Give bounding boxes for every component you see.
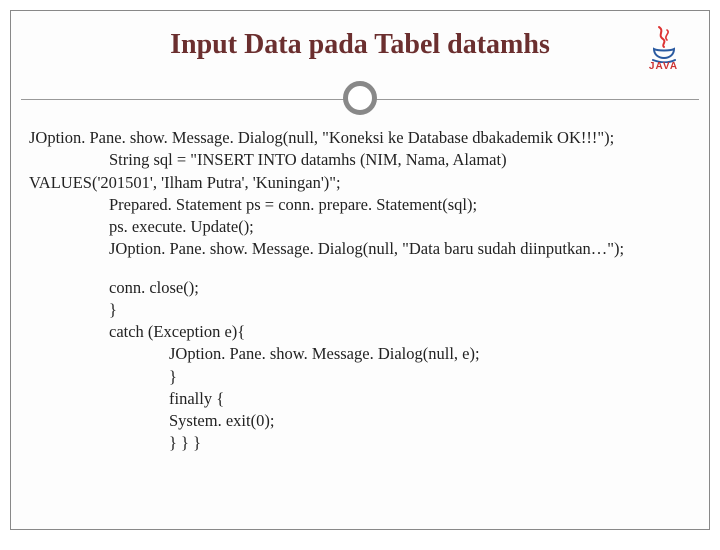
code-line: ps. execute. Update();	[29, 216, 691, 238]
code-line: JOption. Pane. show. Message. Dialog(nul…	[29, 343, 691, 365]
slide-title: Input Data pada Tabel datamhs	[170, 29, 550, 61]
code-line: catch (Exception e){	[29, 321, 691, 343]
code-line: } } }	[29, 432, 691, 454]
code-line: conn. close();	[29, 277, 691, 299]
code-line: Prepared. Statement ps = conn. prepare. …	[29, 194, 691, 216]
slide: Input Data pada Tabel datamhs JAVA JOpti…	[10, 10, 710, 530]
code-line: }	[29, 299, 691, 321]
code-line: finally {	[29, 388, 691, 410]
divider-circle-icon	[343, 81, 377, 115]
java-logo: JAVA	[636, 21, 691, 76]
code-line: VALUES('201501', 'Ilham Putra', 'Kuninga…	[29, 172, 691, 194]
java-cup-icon	[647, 25, 681, 63]
code-content: JOption. Pane. show. Message. Dialog(nul…	[11, 119, 709, 455]
code-line: JOption. Pane. show. Message. Dialog(nul…	[29, 127, 691, 149]
code-line: String sql = "INSERT INTO datamhs (NIM, …	[29, 149, 691, 171]
title-area: Input Data pada Tabel datamhs JAVA	[11, 11, 709, 61]
java-logo-text: JAVA	[649, 61, 678, 72]
code-line: }	[29, 366, 691, 388]
divider	[11, 79, 709, 119]
code-line: System. exit(0);	[29, 410, 691, 432]
code-line: JOption. Pane. show. Message. Dialog(nul…	[29, 238, 691, 260]
